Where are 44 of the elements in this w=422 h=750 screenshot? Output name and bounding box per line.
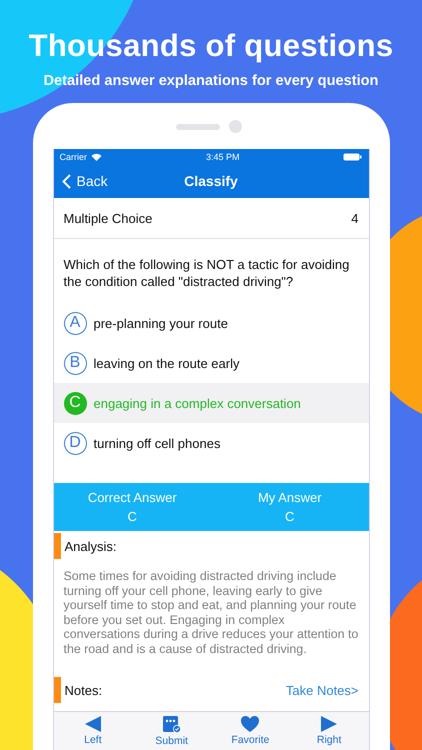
take-notes-link[interactable]: Take Notes> <box>286 682 358 698</box>
option-letter: B <box>64 352 86 374</box>
answer-value: C <box>128 509 137 524</box>
screen-title: Classify <box>184 173 238 189</box>
tab-button[interactable]: Right <box>290 712 368 750</box>
right-triangle-icon <box>320 715 338 733</box>
option-text: pre-planning your route <box>94 316 228 330</box>
answer-option[interactable]: C engaging in a complex conversation <box>54 383 368 423</box>
option-letter: D <box>64 432 86 454</box>
option-text: engaging in a complex conversation <box>94 396 301 410</box>
option-letter: A <box>64 312 86 334</box>
tab-button[interactable]: Left <box>54 712 132 750</box>
subheadline: Detailed answer explanations for every question <box>44 73 378 89</box>
headline: Thousands of questions <box>28 28 394 64</box>
heart-icon <box>240 715 260 733</box>
option-text: leaving on the route early <box>94 356 240 370</box>
status-time: 3:45 PM <box>206 152 240 162</box>
back-button[interactable]: Back <box>62 173 108 189</box>
left-triangle-icon <box>84 715 102 733</box>
section-heading: Analysis: <box>64 538 117 554</box>
answer-label: My Answer <box>258 490 322 505</box>
analysis-text: Some times for avoiding distracted driving include turning off your cell phone, leaving early to give yourself time to stop and eat, and planning your route before you set out. Engaging in complex conversations during a drive reduces your attention to the road and is a cause of distracted driving. <box>62 568 360 658</box>
tab-button[interactable]: Submit <box>132 712 211 750</box>
answer-option[interactable]: D turning off cell phones <box>54 423 368 463</box>
answer-option[interactable]: A pre-planning your route <box>54 303 368 343</box>
answer-value: C <box>285 509 294 524</box>
speaker-slot <box>176 124 220 130</box>
chevron-left-icon <box>62 174 70 188</box>
camera-dot <box>228 120 242 133</box>
question-number: 4 <box>351 210 358 226</box>
form-check-icon <box>162 715 182 734</box>
carrier-label: Carrier <box>60 152 88 162</box>
answer-option[interactable]: B leaving on the route early <box>54 343 368 383</box>
section-marker <box>54 533 60 559</box>
question-type: Multiple Choice <box>64 210 152 226</box>
answer-label: Correct Answer <box>88 490 177 505</box>
option-text: turning off cell phones <box>94 436 220 450</box>
battery-icon <box>343 152 362 160</box>
section-marker <box>54 677 60 703</box>
section-heading: Notes: <box>64 682 102 698</box>
question-text: Which of the following is NOT a tactic for avoiding the condition called "distracted driving"? <box>62 256 350 290</box>
option-letter: C <box>64 392 86 414</box>
wifi-icon <box>91 152 102 160</box>
tab-button[interactable]: Favorite <box>211 712 290 750</box>
